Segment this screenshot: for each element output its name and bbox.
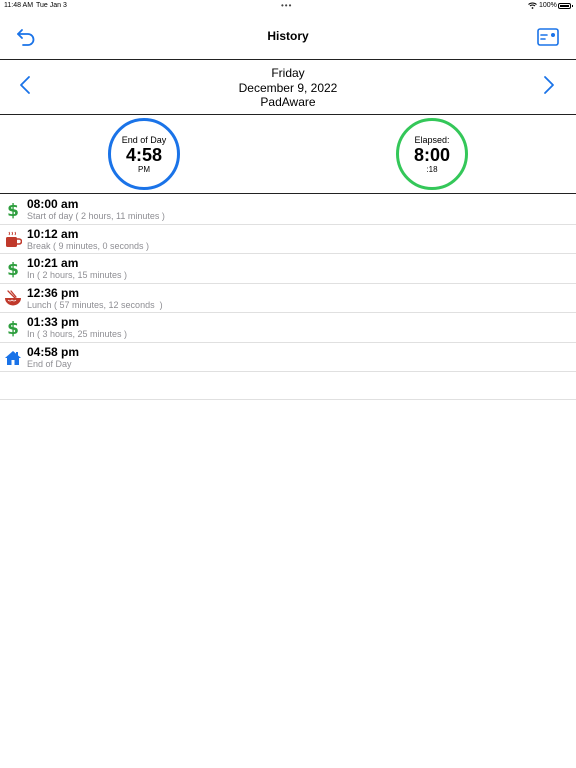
svg-text:$: $ — [7, 260, 19, 278]
entry-description: Lunch ( 57 minutes, 12 seconds ) — [27, 299, 163, 310]
status-date: Tue Jan 3 — [36, 2, 67, 9]
list-item[interactable]: 12:36 pm Lunch ( 57 minutes, 12 seconds … — [0, 284, 576, 313]
date-header: Friday December 9, 2022 PadAware — [0, 61, 576, 115]
end-of-day-ampm: PM — [138, 165, 150, 174]
entry-description: In ( 2 hours, 15 minutes ) — [27, 270, 128, 280]
chevron-right-icon[interactable] — [541, 75, 557, 95]
list-item[interactable]: $ 01:33 pm In ( 3 hours, 25 minutes ) — [0, 313, 576, 343]
entry-description: Start of day ( 2 hours, 11 minutes ) — [27, 211, 165, 221]
entry-time: 04:58 pm — [27, 344, 80, 359]
status-time: 11:48 AM — [4, 2, 34, 9]
history-list: $ 08:00 am Start of day ( 2 hours, 11 mi… — [0, 195, 576, 400]
list-item[interactable]: $ 08:00 am Start of day ( 2 hours, 11 mi… — [0, 195, 576, 225]
list-item[interactable]: 10:12 am Break ( 9 minutes, 0 seconds ) — [0, 225, 576, 254]
svg-text:$: $ — [7, 201, 19, 219]
coffee-cup-icon — [6, 231, 22, 247]
entry-time: 10:12 am — [27, 226, 79, 241]
weekday-label: Friday — [271, 66, 305, 80]
home-icon — [5, 350, 21, 365]
elapsed-label: Elapsed: — [414, 135, 450, 145]
entry-time: 08:00 am — [27, 197, 79, 211]
chevron-left-icon[interactable] — [17, 75, 33, 95]
svg-text:$: $ — [7, 319, 19, 337]
entry-description: End of Day — [27, 358, 72, 369]
elapsed-seconds: :18 — [426, 165, 438, 174]
device-name-label: PadAware — [260, 95, 316, 109]
battery-percent: 100% — [539, 2, 557, 9]
dollar-icon: $ — [7, 260, 19, 278]
entry-time: 12:36 pm — [27, 285, 80, 300]
status-bar: 11:48 AM Tue Jan 3 ••• 100% — [0, 0, 576, 12]
dollar-icon: $ — [7, 319, 19, 337]
empty-list-row — [0, 372, 576, 400]
end-of-day-label: End of Day — [121, 135, 167, 145]
date-label: December 9, 2022 — [238, 80, 338, 95]
elapsed-circle: Elapsed: 8:00 :18 — [396, 118, 468, 190]
end-of-day-circle: End of Day 4:58 PM — [108, 118, 180, 190]
list-item[interactable]: 04:58 pm End of Day — [0, 343, 576, 372]
entry-time: 10:21 am — [27, 256, 79, 270]
noodle-bowl-icon — [5, 289, 21, 305]
dollar-icon: $ — [7, 201, 19, 219]
list-item[interactable]: $ 10:21 am In ( 2 hours, 15 minutes ) — [0, 254, 576, 284]
wifi-icon — [528, 2, 537, 9]
battery-icon — [558, 3, 573, 9]
entry-description: Break ( 9 minutes, 0 seconds ) — [27, 240, 150, 251]
entry-time: 01:33 pm — [27, 315, 80, 329]
navigation-bar: History — [0, 12, 576, 60]
entry-description: In ( 3 hours, 25 minutes ) — [27, 329, 128, 339]
elapsed-time: 8:00 — [413, 145, 451, 165]
card-icon[interactable] — [537, 28, 559, 46]
page-title: History — [267, 29, 309, 43]
end-of-day-time: 4:58 — [125, 145, 163, 165]
summary-panel: End of Day 4:58 PM Elapsed: 8:00 :18 — [0, 116, 576, 194]
multitask-dots[interactable]: ••• — [281, 0, 292, 12]
